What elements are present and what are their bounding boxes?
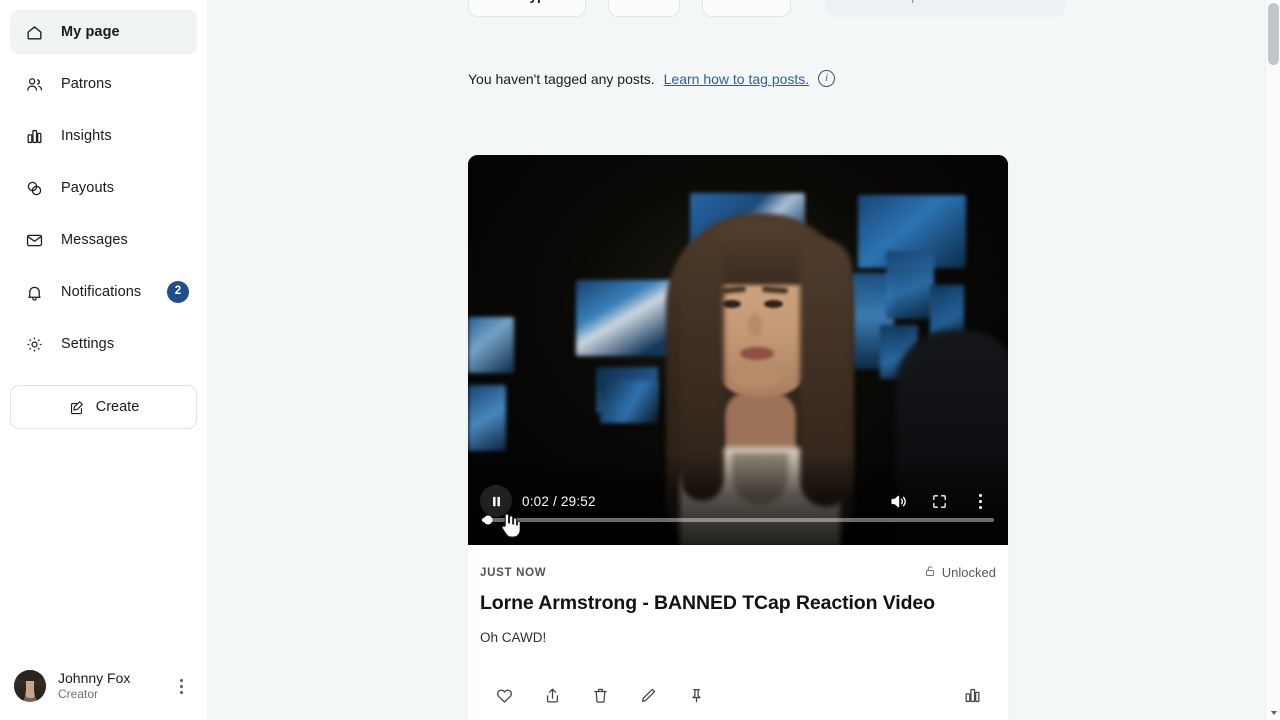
post-text: Oh CAWD! (480, 630, 547, 646)
scroll-down-arrow-icon[interactable] (1266, 705, 1280, 720)
sidebar-item-patrons[interactable]: Patrons (10, 62, 197, 106)
video-more-options-button[interactable] (964, 485, 996, 517)
sidebar-nav: My page Patrons Insights Payouts Message… (0, 0, 207, 374)
fullscreen-button[interactable] (923, 485, 955, 517)
filter-tier[interactable]: Tier (607, 0, 681, 17)
gear-icon (24, 334, 44, 354)
pause-icon (489, 494, 504, 509)
notifications-badge: 2 (167, 281, 189, 303)
profile-row[interactable]: Johnny Fox Creator (0, 652, 207, 720)
envelope-icon (24, 230, 44, 250)
app-window: My page Patrons Insights Payouts Message… (0, 0, 1280, 720)
sidebar-item-notifications[interactable]: Notifications 2 (10, 270, 197, 314)
compose-icon (68, 399, 85, 416)
filter-month-label: Month (717, 0, 757, 3)
video-progress-bar[interactable] (482, 514, 994, 526)
filter-month[interactable]: Month (702, 0, 791, 17)
volume-on-icon (889, 492, 908, 511)
profile-role: Creator (58, 687, 99, 702)
search-input[interactable] (864, 0, 1051, 3)
bell-icon (24, 282, 44, 302)
unlocked-padlock-icon (924, 564, 936, 581)
pin-icon (687, 686, 706, 705)
post-timestamp: JUST NOW (480, 566, 547, 579)
post-action-bar (480, 669, 996, 720)
trash-icon (591, 686, 610, 705)
avatar (14, 670, 46, 702)
sidebar-item-settings[interactable]: Settings (10, 322, 197, 366)
sidebar-item-messages[interactable]: Messages (10, 218, 197, 262)
profile-name: Johnny Fox (58, 669, 131, 686)
sidebar-item-payouts[interactable]: Payouts (10, 166, 197, 210)
video-progress-thumb[interactable] (483, 515, 493, 525)
sidebar-item-label: Settings (61, 336, 115, 352)
heart-icon (495, 686, 514, 705)
profile-text: Johnny Fox Creator (58, 670, 130, 703)
sidebar-item-label: Insights (61, 128, 112, 144)
edit-button[interactable] (624, 672, 672, 718)
post-card: 0:02 / 29:52 JUST NOW Unlocked Lorne Arm… (468, 155, 1008, 720)
post-lock-label: Unlocked (941, 565, 996, 580)
bar-chart-icon (963, 686, 982, 705)
fullscreen-icon (931, 493, 948, 510)
video-controls-row: 0:02 / 29:52 (480, 485, 996, 517)
delete-button[interactable] (576, 672, 624, 718)
learn-how-to-tag-link[interactable]: Learn how to tag posts. (664, 71, 810, 87)
payouts-icon (24, 178, 44, 198)
create-button-label: Create (95, 399, 140, 415)
create-button[interactable]: Create (10, 385, 197, 429)
create-button-wrap: Create (0, 374, 207, 429)
share-button[interactable] (528, 672, 576, 718)
video-progress-track (482, 515, 994, 525)
post-meta: JUST NOW Unlocked (480, 564, 996, 581)
filter-media-type-label: Media type (483, 0, 553, 3)
video-controls-right (882, 485, 996, 517)
post-title: Lorne Armstrong - BANNED TCap Reaction V… (480, 592, 935, 614)
video-time-display: 0:02 / 29:52 (522, 493, 596, 509)
search-icon (839, 0, 854, 5)
bar-chart-icon (24, 126, 44, 146)
video-player[interactable]: 0:02 / 29:52 (468, 155, 1008, 545)
sidebar-item-label: Patrons (61, 76, 112, 92)
sidebar-item-label: Payouts (61, 180, 115, 196)
profile-more-button[interactable] (171, 676, 191, 696)
people-icon (24, 74, 44, 94)
search-box[interactable] (824, 0, 1065, 17)
video-controls: 0:02 / 29:52 (468, 473, 1008, 545)
like-button[interactable] (480, 672, 528, 718)
kebab-menu-icon (978, 493, 982, 509)
pin-button[interactable] (672, 672, 720, 718)
sidebar: My page Patrons Insights Payouts Message… (0, 0, 207, 720)
sidebar-item-insights[interactable]: Insights (10, 114, 197, 158)
tag-notice: You haven't tagged any posts. Learn how … (468, 70, 836, 87)
post-body: JUST NOW Unlocked Lorne Armstrong - BANN… (468, 545, 1008, 720)
filter-media-type[interactable]: Media type (468, 0, 586, 17)
sidebar-item-my-page[interactable]: My page (10, 10, 197, 54)
home-icon (24, 22, 44, 42)
filter-tier-label: Tier (623, 0, 648, 3)
main-content: Media type Tier Month You haven't tagged… (207, 0, 1280, 720)
sidebar-item-label: My page (61, 24, 120, 40)
info-icon[interactable]: i (818, 70, 836, 87)
tag-notice-text: You haven't tagged any posts. (468, 70, 655, 87)
sidebar-item-label: Notifications (61, 284, 142, 300)
filter-bar: Media type Tier Month (468, 0, 1065, 18)
page-scrollbar[interactable] (1265, 0, 1280, 720)
post-insights-button[interactable] (948, 672, 996, 718)
scrollbar-thumb[interactable] (1268, 3, 1279, 65)
share-icon (543, 686, 562, 705)
volume-button[interactable] (882, 485, 914, 517)
pause-button[interactable] (480, 485, 512, 517)
sidebar-item-label: Messages (61, 232, 128, 248)
post-lock-status: Unlocked (924, 564, 996, 581)
pencil-icon (639, 686, 658, 705)
